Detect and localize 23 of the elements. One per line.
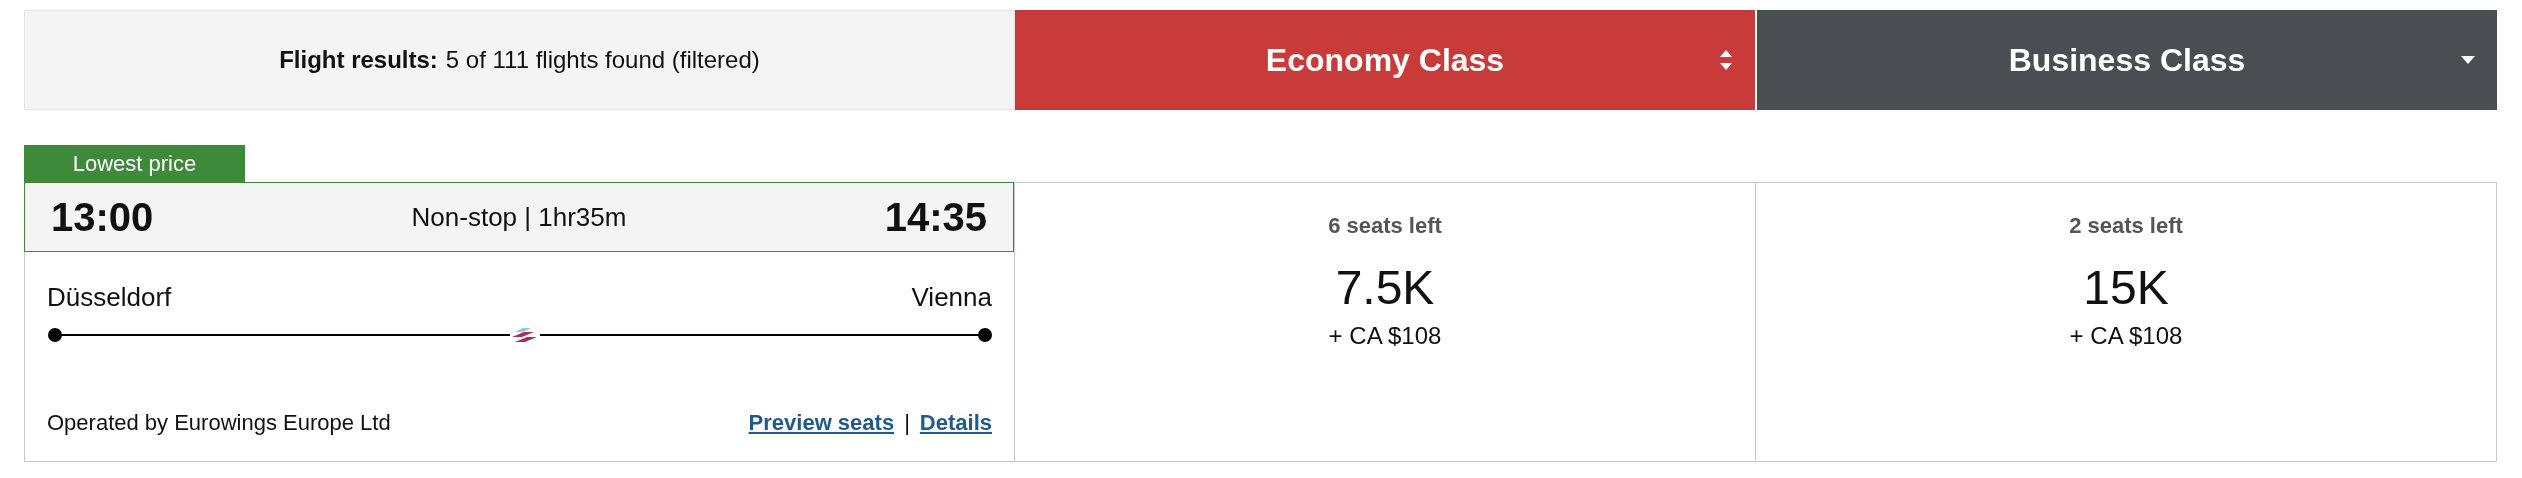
points-price: 15K [2083, 264, 2169, 312]
results-summary: 5 of 111 flights found (filtered) [445, 45, 760, 75]
cabin-tab[interactable]: Business Class [1757, 10, 2497, 110]
destination-city: Vienna [911, 281, 992, 314]
cash-price: + CA $108 [1328, 321, 1442, 351]
sort-icon [1719, 49, 1733, 71]
caret-icon [2461, 56, 2475, 64]
results-label: Flight results: [279, 45, 438, 75]
link-separator: | [904, 409, 910, 437]
points-price: 7.5K [1335, 264, 1435, 312]
operator-text: Operated by Eurowings Europe Ltd [47, 409, 391, 437]
stripes-icon [512, 328, 537, 342]
seats-left: 2 seats left [2069, 212, 2183, 240]
details-link[interactable]: Preview seats [748, 406, 895, 439]
departure-time: 13:00 [51, 194, 154, 241]
arrival-time: 14:35 [884, 194, 987, 241]
price-badge: Lowest price [24, 145, 245, 182]
flight-duration: Non-stop | 1hr35m [411, 200, 627, 234]
seats-left: 6 seats left [1328, 212, 1442, 240]
cabin-tab[interactable]: Economy Class [1015, 10, 1755, 110]
details-link[interactable]: Details [919, 406, 992, 439]
cash-price: + CA $108 [2069, 321, 2183, 351]
origin-city: Düsseldorf [47, 281, 172, 314]
